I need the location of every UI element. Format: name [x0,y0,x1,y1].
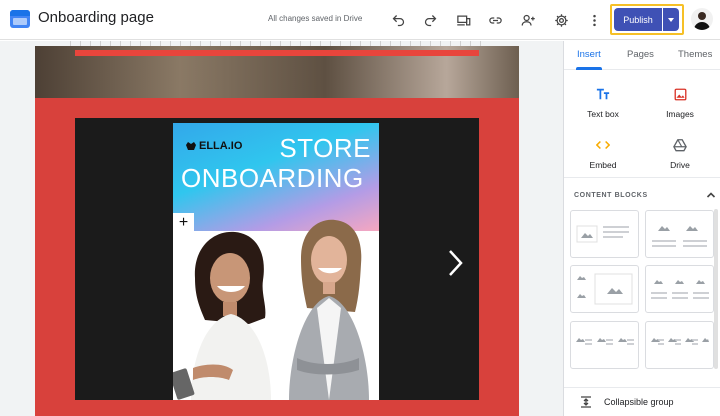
slide-headline-line1: STORE [279,133,371,163]
side-panel: Insert Pages Themes Text box Images Embe… [563,41,720,416]
content-block-four-columns[interactable] [645,321,714,369]
collapsible-group-label: Collapsible group [604,397,674,407]
top-bar: Onboarding page All changes saved in Dri… [0,0,720,40]
insert-images-label: Images [666,109,694,119]
panel-divider [564,177,720,178]
active-tab-indicator [576,67,602,70]
chevron-up-icon[interactable] [706,190,716,200]
text-box-icon [595,86,611,102]
insert-embed-label: Embed [589,160,617,170]
share-icon[interactable] [518,10,538,30]
site-page[interactable]: ELLA.IO STORE ONBOARDING + [35,46,519,416]
settings-icon[interactable] [551,10,571,30]
panel-scrollbar[interactable] [714,209,718,369]
add-slide-button[interactable]: + [173,213,194,233]
publish-button[interactable]: Publish [614,8,662,31]
content-block-image-text[interactable] [570,210,639,258]
content-block-gallery-left[interactable] [570,265,639,313]
redo-icon[interactable] [420,10,440,30]
tab-pages[interactable]: Pages [627,49,654,60]
insert-embed-button[interactable]: Embed [568,137,638,177]
content-block-three-images[interactable] [645,265,714,313]
google-sites-logo-icon[interactable] [10,10,30,28]
slide-photo [173,219,369,400]
undo-icon[interactable] [388,10,408,30]
header-accent-bar [75,50,479,56]
brand-name: ELLA.IO [199,140,243,152]
image-carousel[interactable]: ELLA.IO STORE ONBOARDING + [75,118,479,400]
carousel-slide[interactable]: ELLA.IO STORE ONBOARDING + [173,123,379,400]
content-block-three-columns-text[interactable] [570,321,639,369]
insert-drive-label: Drive [670,160,690,170]
tab-insert[interactable]: Insert [577,49,601,60]
panel-tabs: Insert Pages Themes [564,41,720,70]
document-title[interactable]: Onboarding page [38,9,154,26]
collapsible-group-button[interactable]: Collapsible group [564,387,720,416]
save-status: All changes saved in Drive [268,14,363,23]
publish-dropdown-icon[interactable] [663,8,679,31]
insert-text-box-label: Text box [587,109,619,119]
embed-icon [595,137,611,153]
content-blocks-title: CONTENT BLOCKS [574,192,648,199]
collapsible-group-icon [581,396,591,408]
insert-text-box-button[interactable]: Text box [568,86,638,126]
image-icon [672,86,688,102]
insert-drive-button[interactable]: Drive [645,137,715,177]
slide-headline-line2: ONBOARDING [181,163,364,193]
editor-canvas[interactable]: ELLA.IO STORE ONBOARDING + [0,41,563,416]
link-icon[interactable] [485,10,505,30]
chevron-right-icon[interactable] [447,248,465,278]
brand-logo-icon [186,142,196,150]
tab-themes[interactable]: Themes [678,49,712,60]
avatar[interactable] [691,8,713,30]
preview-devices-icon[interactable] [453,10,473,30]
insert-images-button[interactable]: Images [645,86,715,126]
sites-editor: Onboarding page All changes saved in Dri… [0,0,720,416]
drive-icon [672,137,688,153]
content-block-two-images[interactable] [645,210,714,258]
more-vert-icon[interactable] [584,10,604,30]
